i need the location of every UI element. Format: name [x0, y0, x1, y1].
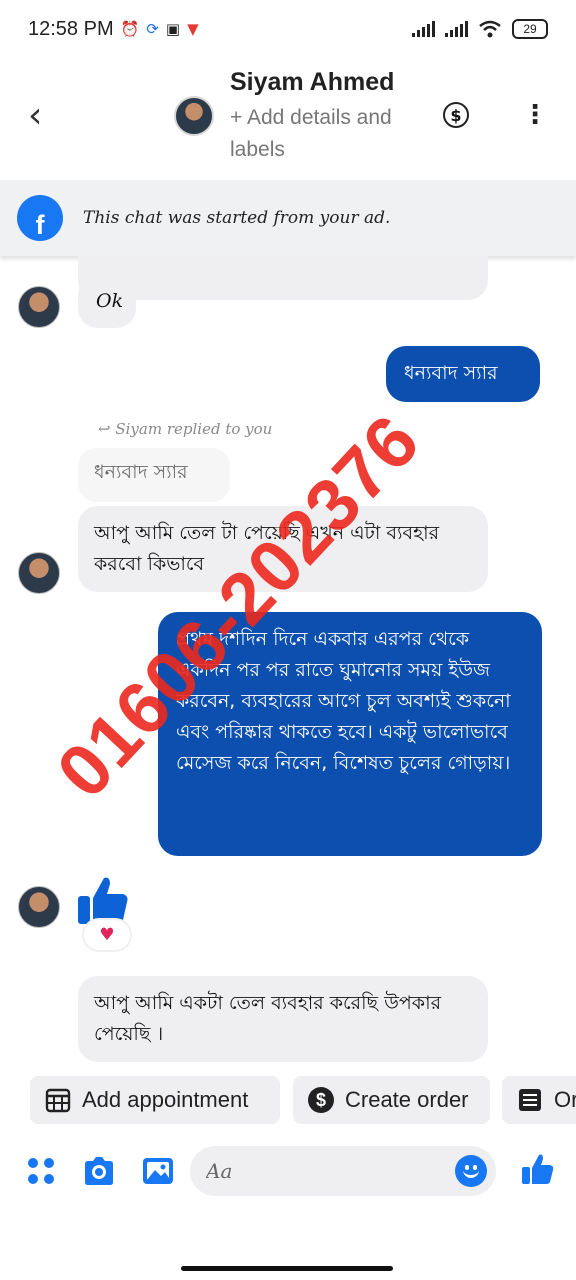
gallery-icon[interactable]: [141, 1154, 175, 1188]
message-text: Ok: [96, 290, 124, 312]
message-text: প্রথম দশদিন দিনে একবার এরপর থেকে একদিন প…: [176, 628, 511, 774]
battery-icon: 29: [512, 19, 548, 39]
facebook-icon: f: [17, 195, 63, 241]
more-options-icon[interactable]: ⋮: [522, 102, 548, 128]
back-arrow-icon[interactable]: ‹: [28, 98, 42, 134]
thumbs-up-icon[interactable]: [76, 874, 130, 926]
orders-button[interactable]: Or: [502, 1076, 576, 1124]
ad-origin-text: This chat was started from your ad.: [83, 208, 391, 228]
reply-note-text: Siyam replied to you: [115, 420, 273, 438]
create-order-label: Create order: [345, 1087, 469, 1112]
apps-grid-icon[interactable]: [24, 1154, 58, 1188]
sync-icon: ⟳: [146, 20, 159, 38]
message-bubble[interactable]: Ok: [78, 276, 136, 328]
conversation-header: ‹ Siyam Ahmed + Add details and labels $…: [0, 58, 576, 178]
add-details-link[interactable]: + Add details and labels: [230, 102, 410, 166]
vivaldi-icon: ▼: [187, 20, 199, 38]
status-time: 12:58 PM: [28, 17, 114, 40]
chat-app-icon: ▣: [165, 20, 181, 38]
message-text: আপু আমি তেল টা পেয়েছি এখন এটা ব্যবহার ক…: [94, 522, 440, 575]
message-bubble-outgoing[interactable]: ধন্যবাদ স্যার: [386, 346, 540, 402]
heart-reaction[interactable]: ♥: [84, 920, 130, 950]
avatar[interactable]: [174, 96, 214, 136]
thumbs-up-send-icon[interactable]: [520, 1152, 554, 1186]
dollar-circle-icon: $: [307, 1086, 335, 1114]
quoted-text: ধন্যবাদ স্যার: [94, 461, 188, 483]
message-bubble[interactable]: আপু আমি তেল টা পেয়েছি এখন এটা ব্যবহার ক…: [78, 506, 488, 592]
svg-text:$: $: [316, 1090, 326, 1110]
create-order-button[interactable]: $ Create order: [293, 1076, 490, 1124]
avatar: [18, 886, 60, 928]
contact-name[interactable]: Siyam Ahmed: [230, 68, 394, 97]
wifi-icon: [479, 20, 501, 38]
calendar-icon: [44, 1086, 72, 1114]
emoji-icon[interactable]: [455, 1155, 487, 1187]
add-appointment-label: Add appointment: [82, 1087, 249, 1112]
message-input[interactable]: [190, 1146, 496, 1196]
alarm-icon: ⏰: [120, 20, 140, 38]
avatar: [18, 552, 60, 594]
ad-origin-banner: f This chat was started from your ad.: [0, 180, 576, 256]
message-bubble-partial: [78, 256, 488, 300]
avatar: [18, 286, 60, 328]
reply-indicator: ↩ Siyam replied to you: [98, 420, 272, 438]
reply-arrow-icon: ↩: [98, 420, 111, 438]
dollar-icon[interactable]: $: [443, 102, 469, 128]
message-composer: [0, 1140, 576, 1202]
message-text: আপু আমি একটা তেল ব্যবহার করেছি উপকার পেয…: [94, 992, 442, 1045]
camera-icon[interactable]: [82, 1154, 116, 1188]
message-bubble[interactable]: আপু আমি একটা তেল ব্যবহার করেছি উপকার পেয…: [78, 976, 488, 1062]
add-appointment-button[interactable]: Add appointment: [30, 1076, 280, 1124]
signal-icon-2: [445, 21, 468, 37]
message-text: ধন্যবাদ স্যার: [404, 362, 498, 384]
orders-label: Or: [554, 1087, 576, 1112]
message-list[interactable]: Ok ধন্যবাদ স্যার ↩ Siyam replied to you …: [0, 256, 576, 1066]
message-bubble-outgoing[interactable]: প্রথম দশদিন দিনে একবার এরপর থেকে একদিন প…: [158, 612, 542, 856]
home-indicator[interactable]: [181, 1266, 393, 1271]
signal-icon: [412, 21, 435, 37]
quick-actions-bar: Add appointment $ Create order Or: [0, 1074, 576, 1128]
list-icon: [516, 1086, 544, 1114]
quoted-message[interactable]: ধন্যবাদ স্যার: [78, 448, 230, 502]
status-bar: 12:58 PM ⏰ ⟳ ▣ ▼ 29: [0, 0, 576, 58]
